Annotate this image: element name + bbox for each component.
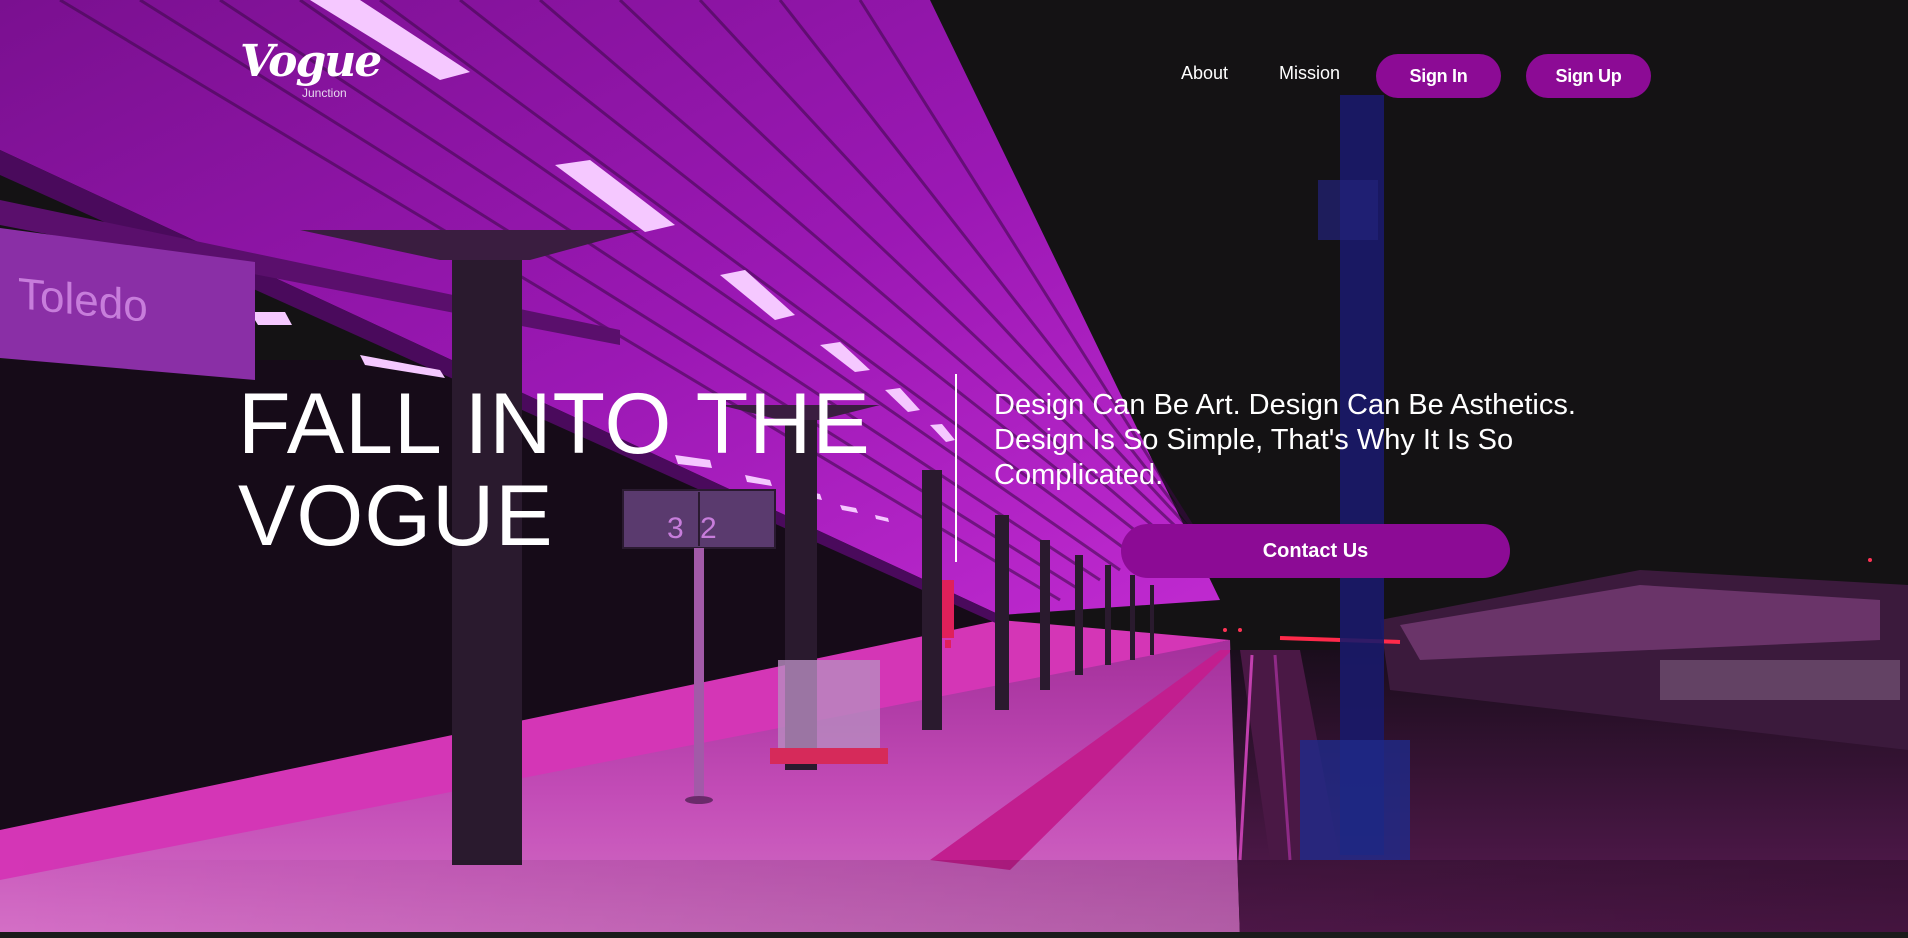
hero-tagline: Design Can Be Art. Design Can Be Astheti… bbox=[994, 389, 1576, 491]
hero-section: Toledo 3 2 Vogue Junction About Mission … bbox=[0, 0, 1908, 938]
nav-link-about[interactable]: About bbox=[1181, 63, 1228, 84]
logo[interactable]: Vogue Junction bbox=[238, 40, 382, 110]
contact-us-button[interactable]: Contact Us bbox=[1121, 524, 1510, 578]
logo-subtitle: Junction bbox=[302, 86, 347, 100]
hero-headline: FALL INTO THE VOGUE bbox=[238, 376, 871, 564]
logo-script: Vogue bbox=[240, 36, 382, 87]
sign-up-button[interactable]: Sign Up bbox=[1526, 54, 1651, 98]
sign-in-button[interactable]: Sign In bbox=[1376, 54, 1501, 98]
nav-link-mission[interactable]: Mission bbox=[1279, 63, 1340, 84]
hero-divider bbox=[955, 374, 957, 562]
